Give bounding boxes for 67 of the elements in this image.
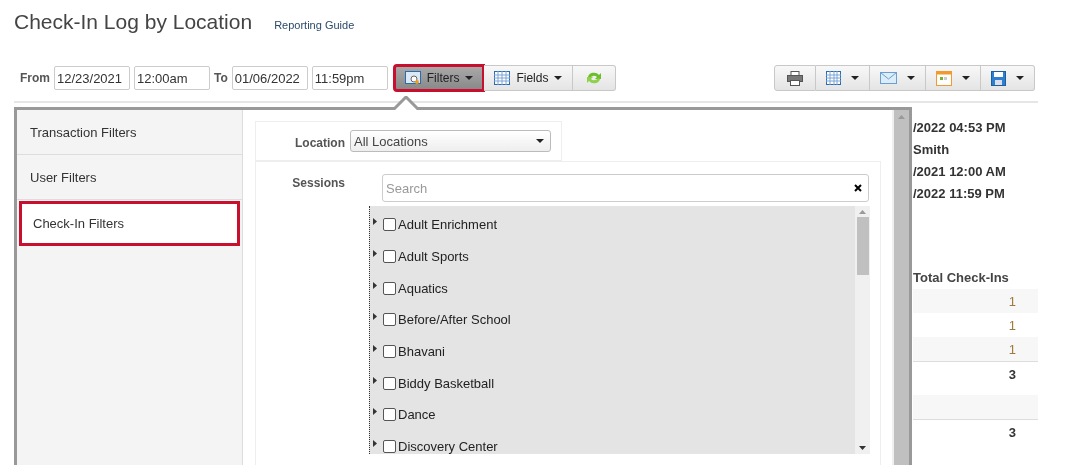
session-label: Discovery Center [398, 439, 498, 455]
print-button[interactable] [774, 65, 816, 91]
expand-icon[interactable] [373, 281, 377, 289]
email-button[interactable] [870, 65, 926, 91]
report-header-text: /2021 12:00 AM [913, 163, 1007, 181]
checkbox[interactable] [383, 250, 396, 264]
checkbox[interactable] [383, 440, 396, 454]
from-label: From [20, 71, 50, 85]
total-cell: 3 [1008, 425, 1016, 440]
checkbox[interactable] [383, 313, 396, 327]
filter-category[interactable]: User Filters [17, 155, 242, 200]
report-header-text: /2022 11:59 PM [913, 185, 1006, 203]
report-header-text: /2022 04:53 PM [913, 119, 1007, 137]
total-cell: 3 [1008, 367, 1016, 382]
clear-icon[interactable] [854, 184, 862, 192]
from-time-field[interactable]: 12:00am [134, 66, 210, 90]
scroll-thumb[interactable] [856, 217, 869, 275]
printer-icon [787, 70, 803, 86]
expand-icon[interactable] [373, 408, 377, 416]
scrollbar[interactable] [892, 110, 909, 465]
to-time-field[interactable]: 11:59pm [311, 66, 388, 90]
fields-button[interactable]: Fields [484, 65, 574, 91]
session-label: Aquatics [398, 280, 448, 296]
grid-icon [494, 71, 511, 85]
table-cell: 1 [1008, 293, 1016, 309]
expand-icon[interactable] [373, 345, 377, 353]
filter-category[interactable]: Transaction Filters [17, 110, 242, 155]
scroll-down-icon[interactable] [859, 446, 866, 450]
location-label: Location [294, 134, 345, 150]
expand-icon[interactable] [373, 250, 377, 258]
location-select[interactable]: All Locations [350, 130, 551, 152]
sessions-label: Sessions [291, 175, 345, 190]
table-cell: 1 [1008, 341, 1016, 357]
checkbox[interactable] [383, 281, 396, 295]
report-header-text: Smith [913, 141, 951, 159]
filters-button[interactable]: Filters [393, 65, 485, 91]
session-label: Bhavani [398, 344, 445, 360]
table-export-button[interactable] [816, 65, 870, 91]
to-date-field[interactable]: 01/06/2022 [231, 66, 308, 90]
column-heading: Total Check-Ins [913, 269, 1010, 287]
checkbox[interactable] [383, 345, 396, 359]
from-date-field[interactable]: 12/23/2021 [54, 66, 130, 90]
filter-icon [404, 71, 421, 85]
refresh-icon [585, 70, 604, 86]
envelope-icon [880, 72, 897, 84]
page-title: Check-In Log by Location [14, 10, 253, 34]
expand-icon[interactable] [373, 376, 377, 384]
checkbox[interactable] [383, 218, 396, 232]
expand-icon[interactable] [373, 218, 377, 226]
reporting-guide-link[interactable]: Reporting Guide [274, 19, 355, 31]
save-button[interactable] [981, 65, 1035, 91]
table-cell: 1 [1008, 317, 1016, 333]
session-label: Adult Sports [398, 249, 469, 265]
filter-category[interactable]: Check-In Filters [19, 201, 240, 246]
session-label: Biddy Basketball [398, 375, 495, 391]
checkbox[interactable] [383, 408, 396, 422]
grid-icon [826, 71, 841, 85]
session-label: Adult Enrichment [398, 217, 497, 233]
expand-icon[interactable] [373, 440, 377, 448]
to-label: To [214, 71, 228, 85]
session-label: Before/After School [398, 312, 511, 328]
session-label: Dance [398, 407, 436, 423]
checkbox[interactable] [383, 376, 396, 390]
scrollbar[interactable] [855, 206, 870, 454]
search-field[interactable]: Search [382, 174, 869, 202]
expand-icon[interactable] [373, 313, 377, 321]
calendar-icon [936, 70, 952, 86]
